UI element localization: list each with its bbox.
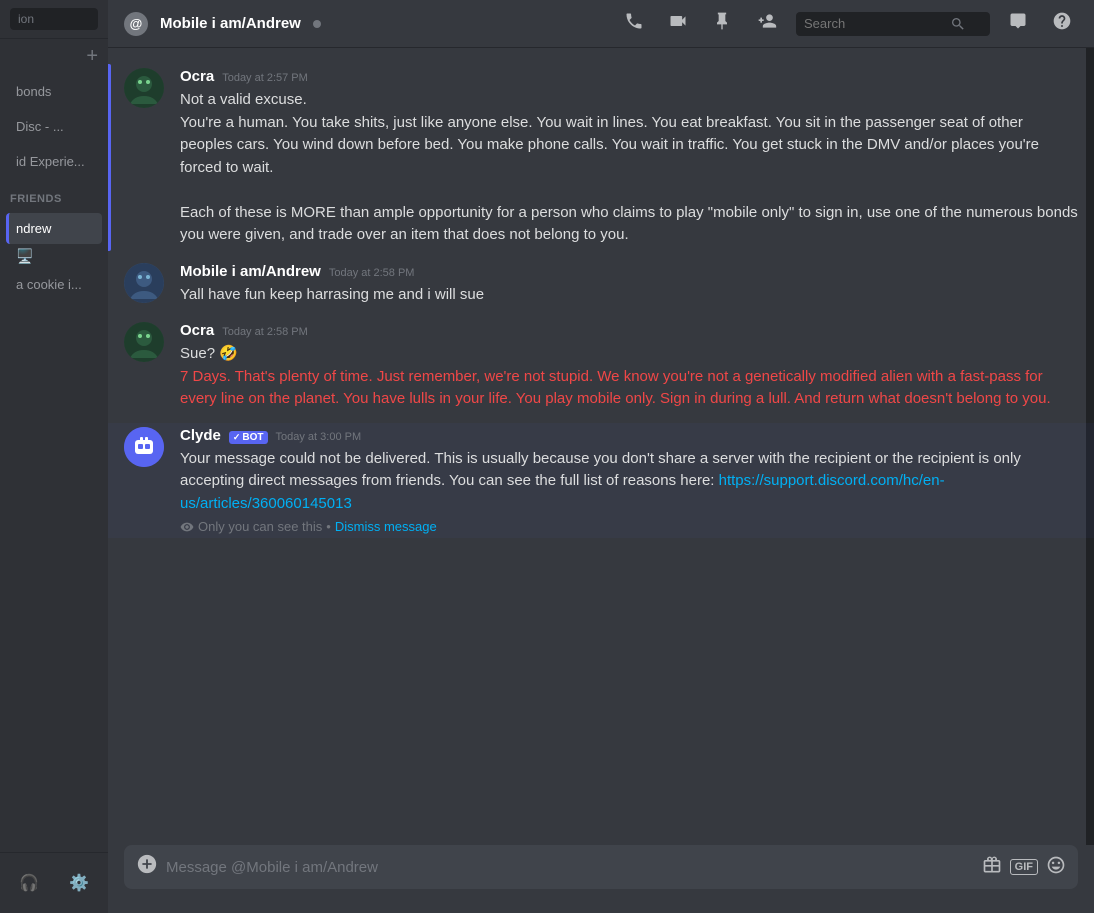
sidebar-item-cookie[interactable]: a cookie i... (6, 269, 102, 300)
message-header: Ocra Today at 2:57 PM (180, 68, 1078, 85)
add-member-icon[interactable] (750, 7, 784, 40)
emoji-button[interactable] (1046, 855, 1066, 880)
gif-button[interactable]: GIF (1010, 859, 1038, 875)
add-attachment-button[interactable] (136, 853, 158, 881)
message-input-box: GIF (124, 845, 1078, 889)
message-group-clyde: Clyde ✓ BOT Today at 3:00 PM Your messag… (108, 423, 1094, 539)
message-header: Ocra Today at 2:58 PM (180, 322, 1078, 339)
message-text: Not a valid excuse. You're a human. You … (180, 89, 1078, 247)
message-author: Ocra (180, 322, 214, 339)
message-author-clyde: Clyde (180, 427, 221, 444)
sidebar-item-andrew[interactable]: ndrew (6, 213, 102, 244)
status-dot (313, 20, 321, 28)
dot-separator: • (326, 519, 331, 534)
message-content-clyde: Clyde ✓ BOT Today at 3:00 PM Your messag… (180, 427, 1078, 535)
search-input[interactable] (804, 16, 944, 31)
sidebar-bottom-icons: 🎧 ⚙️ (0, 861, 108, 905)
sidebar-top: ion (0, 0, 108, 39)
headset-icon[interactable]: 🎧 (15, 869, 43, 897)
header-avatar: @ (124, 12, 148, 36)
message-text-clyde: Your message could not be delivered. Thi… (180, 448, 1078, 516)
channel-header: @ Mobile i am/Andrew (108, 0, 1094, 48)
message-content: Ocra Today at 2:57 PM Not a valid excuse… (180, 68, 1078, 247)
inbox-icon[interactable] (1002, 7, 1034, 40)
add-dm-button[interactable]: + (0, 39, 108, 74)
system-note-text: Only you can see this (198, 519, 322, 534)
message-input[interactable] (166, 848, 974, 887)
settings-icon[interactable]: ⚙️ (65, 869, 93, 897)
avatar-ocra (124, 322, 164, 362)
system-note: Only you can see this • Dismiss message (180, 515, 1078, 534)
friends-section-label: Friends (0, 187, 108, 211)
help-icon[interactable] (1046, 7, 1078, 40)
message-text-red: 7 Days. That's plenty of time. Just reme… (180, 366, 1078, 411)
message-timestamp: Today at 2:58 PM (222, 326, 308, 338)
search-icon (950, 16, 966, 32)
message-content: Mobile i am/Andrew Today at 2:58 PM Yall… (180, 263, 1078, 307)
main-content: @ Mobile i am/Andrew (108, 0, 1094, 913)
avatar-ocra (124, 68, 164, 108)
gift-icon[interactable] (982, 855, 1002, 880)
message-group: Ocra Today at 2:58 PM Sue? 🤣 7 Days. Tha… (108, 318, 1094, 415)
message-timestamp: Today at 2:58 PM (329, 267, 415, 279)
sidebar-item-bonds[interactable]: bonds (6, 76, 102, 107)
message-group: Ocra Today at 2:57 PM Not a valid excuse… (108, 64, 1094, 251)
messages-area: Ocra Today at 2:57 PM Not a valid excuse… (108, 48, 1094, 845)
message-timestamp-clyde: Today at 3:00 PM (276, 431, 362, 443)
support-link[interactable]: https://support.discord.com/hc/en-us/art… (180, 472, 945, 512)
search-text: ion (18, 12, 34, 26)
video-icon[interactable] (662, 7, 694, 40)
channel-title: Mobile i am/Andrew (160, 15, 301, 32)
eye-icon (180, 520, 194, 534)
search-box[interactable] (796, 12, 990, 36)
message-header-clyde: Clyde ✓ BOT Today at 3:00 PM (180, 427, 1078, 444)
message-timestamp: Today at 2:57 PM (222, 72, 308, 84)
message-header: Mobile i am/Andrew Today at 2:58 PM (180, 263, 1078, 280)
avatar-andrew (124, 263, 164, 303)
sidebar: ion + bonds Disc - ... id Experie... Fri… (0, 0, 108, 913)
message-input-area: GIF (108, 845, 1094, 913)
monitor-icon: 🖥️ (16, 248, 33, 264)
message-author: Ocra (180, 68, 214, 85)
bot-badge: ✓ BOT (229, 431, 268, 444)
message-group: Mobile i am/Andrew Today at 2:58 PM Yall… (108, 259, 1094, 311)
message-text: Yall have fun keep harrasing me and i wi… (180, 284, 1078, 307)
call-icon[interactable] (618, 7, 650, 40)
pin-icon[interactable] (706, 7, 738, 40)
message-content: Ocra Today at 2:58 PM Sue? 🤣 7 Days. Tha… (180, 322, 1078, 411)
dismiss-link[interactable]: Dismiss message (335, 519, 437, 534)
sidebar-item-id-experie[interactable]: id Experie... (6, 146, 102, 177)
message-text-normal: Sue? 🤣 (180, 343, 1078, 366)
sidebar-item-disc[interactable]: Disc - ... (6, 111, 102, 142)
message-author: Mobile i am/Andrew (180, 263, 321, 280)
input-right-icons: GIF (982, 855, 1066, 880)
avatar-clyde (124, 427, 164, 467)
sidebar-search[interactable]: ion (10, 8, 98, 30)
